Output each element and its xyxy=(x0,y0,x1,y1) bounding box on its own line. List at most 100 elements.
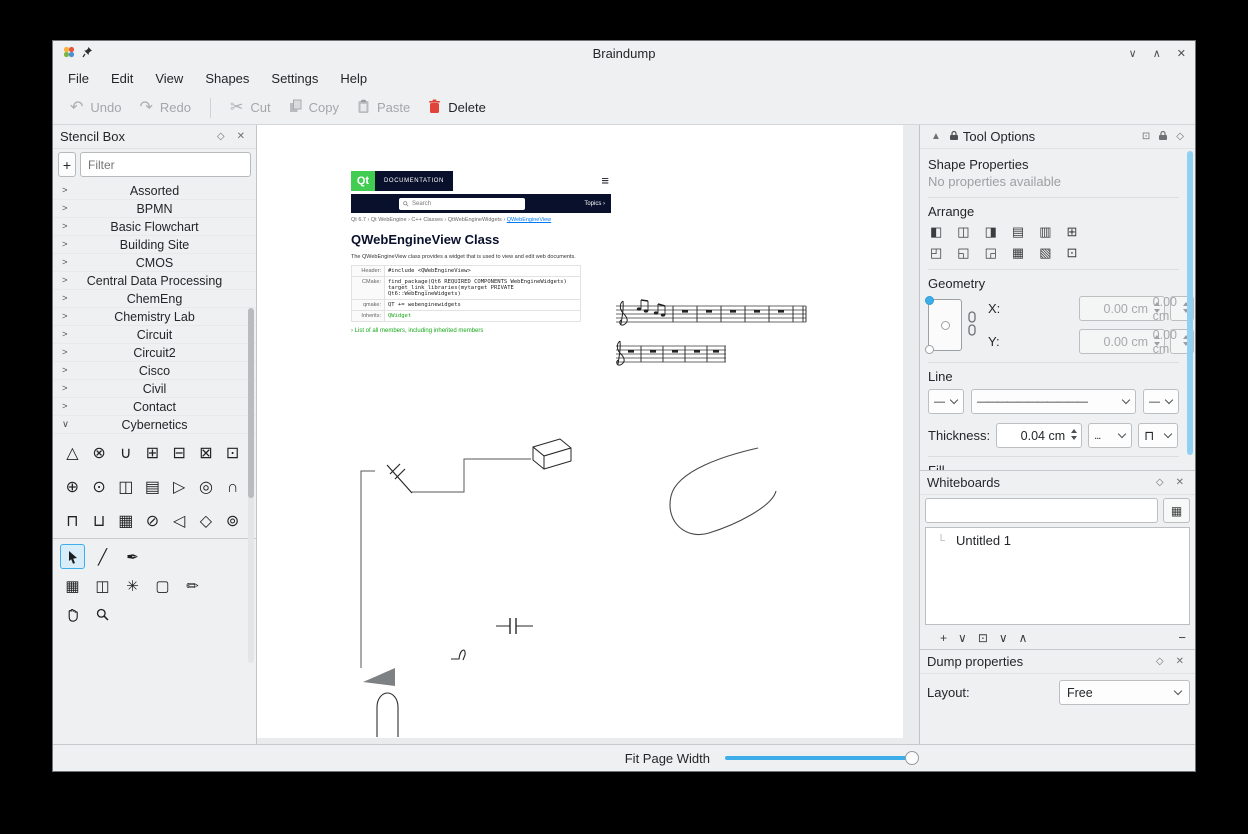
add-stencil-button[interactable]: + xyxy=(58,152,76,177)
close-button[interactable]: ✕ xyxy=(1177,47,1186,60)
stencil-tool-button[interactable]: ✏ xyxy=(180,573,205,598)
menu-item[interactable]: File xyxy=(57,68,100,89)
align-icon[interactable]: ◨ xyxy=(985,224,997,240)
chevron-icon[interactable]: > xyxy=(62,383,68,394)
undo-button[interactable]: ↶ Undo xyxy=(61,95,130,120)
whiteboard-action-icon[interactable]: ∨ xyxy=(999,631,1008,645)
zoom-tool-button[interactable] xyxy=(90,602,115,627)
whiteboard-action-icon[interactable]: ∧ xyxy=(1019,631,1028,645)
whiteboard-action-icon[interactable]: ⊡ xyxy=(978,631,988,645)
chevron-icon[interactable]: > xyxy=(62,347,68,358)
layout-combo[interactable]: Free xyxy=(1059,680,1190,705)
maximize-button[interactable]: ∧ xyxy=(1153,47,1161,60)
vertical-polyline[interactable] xyxy=(361,471,375,668)
align-icon[interactable]: ◫ xyxy=(957,224,969,240)
stencil-shape-icon[interactable]: ⊕ xyxy=(59,473,86,507)
collapse-icon[interactable]: ▲ xyxy=(927,131,945,142)
zoom-slider-handle[interactable] xyxy=(905,751,919,765)
diagonal-component[interactable] xyxy=(387,464,412,493)
stencil-shape-icon[interactable]: ⊠ xyxy=(193,439,220,473)
stencil-shape-icon[interactable]: ▤ xyxy=(139,473,166,507)
menu-item[interactable]: Shapes xyxy=(194,68,260,89)
stencil-category-row[interactable]: > BPMN xyxy=(53,200,256,218)
menu-item[interactable]: Settings xyxy=(260,68,329,89)
distribute-icon[interactable]: ▧ xyxy=(1039,245,1051,261)
stencil-shape-icon[interactable]: ◇ xyxy=(193,507,220,537)
lock-icon[interactable] xyxy=(949,129,959,144)
anchor-dot-active[interactable] xyxy=(925,296,934,305)
chevron-icon[interactable]: > xyxy=(62,185,68,196)
stencil-category-row[interactable]: > Cisco xyxy=(53,362,256,380)
whiteboard-action-icon[interactable]: ∨ xyxy=(958,631,967,645)
stencil-shape-icon[interactable]: ▦ xyxy=(112,507,139,537)
detach-icon[interactable]: ⊡ xyxy=(1138,131,1154,142)
align-icon[interactable]: ◧ xyxy=(930,224,942,240)
stencil-shape-icon[interactable]: ⊞ xyxy=(139,439,166,473)
menu-item[interactable]: Help xyxy=(329,68,378,89)
line-style-combo[interactable]: ——————————— xyxy=(971,389,1136,414)
stencil-category-row[interactable]: ∨ Cybernetics xyxy=(53,416,256,434)
aspect-ratio-chain-icon[interactable] xyxy=(967,311,983,340)
stencil-category-row[interactable]: > Basic Flowchart xyxy=(53,218,256,236)
stencil-shape-icon[interactable]: ◁ xyxy=(166,507,193,537)
minimize-panel-icon[interactable]: − xyxy=(1178,630,1186,645)
distribute-icon[interactable]: ◲ xyxy=(985,245,997,261)
line-start-combo[interactable]: — xyxy=(928,389,964,414)
bell-shape[interactable] xyxy=(377,693,398,737)
chevron-icon[interactable]: > xyxy=(62,239,68,250)
whiteboard-grid-button[interactable]: ▦ xyxy=(1163,498,1190,523)
anchor-position-selector[interactable] xyxy=(928,299,962,351)
stencil-category-row[interactable]: > Central Data Processing xyxy=(53,272,256,290)
pan-tool-button[interactable] xyxy=(60,602,85,627)
stencil-shape-icon[interactable]: ▷ xyxy=(166,473,193,507)
stencil-shape-icon[interactable]: ∩ xyxy=(219,473,246,507)
stencil-category-row[interactable]: > Chemistry Lab xyxy=(53,308,256,326)
stencil-shape-icon[interactable]: ⊗ xyxy=(86,439,113,473)
cap-style-combo[interactable]: ⊓ xyxy=(1138,423,1178,448)
delete-button[interactable]: Delete xyxy=(419,94,495,122)
stencil-shape-icon[interactable]: ⊘ xyxy=(139,507,166,537)
zoom-slider[interactable] xyxy=(725,756,911,760)
close-icon[interactable]: ✕ xyxy=(233,131,249,142)
copy-button[interactable]: Copy xyxy=(280,94,348,121)
join-style-combo[interactable]: ... xyxy=(1088,423,1132,448)
close-icon[interactable]: ✕ xyxy=(1172,656,1188,667)
chevron-icon[interactable]: > xyxy=(62,401,68,412)
float-icon[interactable]: ◇ xyxy=(1172,131,1188,142)
stencil-category-row[interactable]: > Civil xyxy=(53,380,256,398)
float-icon[interactable]: ◇ xyxy=(1152,477,1168,488)
lock-icon[interactable] xyxy=(1158,129,1168,144)
stencil-scrollbar[interactable] xyxy=(248,308,254,663)
stencil-shape-icon[interactable]: ⊚ xyxy=(219,507,246,537)
titlebar[interactable]: Braindump ∨ ∧ ✕ xyxy=(53,41,1195,65)
distribute-icon[interactable]: ◰ xyxy=(930,245,942,261)
stencil-shape-icon[interactable]: ⊟ xyxy=(166,439,193,473)
align-icon[interactable]: ⊞ xyxy=(1066,224,1077,240)
distribute-icon[interactable]: ◱ xyxy=(957,245,969,261)
line-end-combo[interactable]: — xyxy=(1143,389,1179,414)
thickness-spinbox[interactable]: 0.04 cm xyxy=(996,423,1082,448)
stencil-shape-icon[interactable]: ⊓ xyxy=(59,507,86,537)
scrollbar-thumb[interactable] xyxy=(248,308,254,498)
stencil-category-row[interactable]: > Building Site xyxy=(53,236,256,254)
stencil-shape-icon[interactable]: ∪ xyxy=(112,439,139,473)
distribute-icon[interactable]: ⊡ xyxy=(1066,245,1077,261)
stencil-category-row[interactable]: > Assorted xyxy=(53,182,256,200)
close-icon[interactable]: ✕ xyxy=(1172,477,1188,488)
chevron-icon[interactable]: > xyxy=(62,203,68,214)
stencil-shape-icon[interactable]: △ xyxy=(59,439,86,473)
anchor-dot[interactable] xyxy=(925,345,934,354)
stencil-tool-button[interactable]: ▦ xyxy=(60,573,85,598)
menu-item[interactable]: View xyxy=(144,68,194,89)
stencil-category-row[interactable]: > Circuit2 xyxy=(53,344,256,362)
float-icon[interactable]: ◇ xyxy=(1152,656,1168,667)
stencil-shape-icon[interactable]: ◎ xyxy=(193,473,220,507)
stencil-category-row[interactable]: > Circuit xyxy=(53,326,256,344)
chevron-icon[interactable]: > xyxy=(62,275,68,286)
chevron-icon[interactable]: > xyxy=(62,365,68,376)
align-icon[interactable]: ▤ xyxy=(1012,224,1024,240)
line-tool-button[interactable]: ╱ xyxy=(90,544,115,569)
anchor-dot[interactable] xyxy=(941,321,950,330)
stencil-category-row[interactable]: > CMOS xyxy=(53,254,256,272)
redo-button[interactable]: ↷ Redo xyxy=(130,95,199,120)
